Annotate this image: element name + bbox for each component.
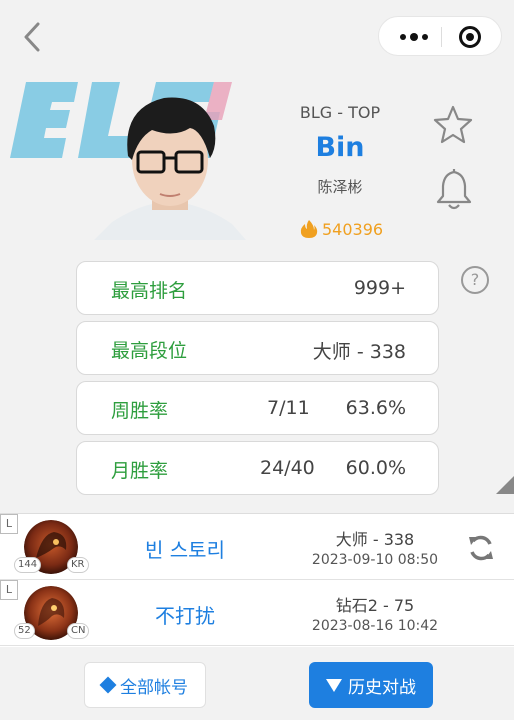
team-position: BLG - TOP [299,103,381,122]
stat-card-highest-rank: 最高排名 999+ [76,261,439,315]
more-dots-icon[interactable] [389,17,439,57]
stat-value: 999+ [353,277,406,299]
heat-score: 540396 [300,218,383,240]
diamond-icon [99,676,117,694]
match-history-button[interactable]: 历史对战 [309,662,433,708]
account-level: 52 [14,623,35,639]
all-accounts-button[interactable]: 全部帐号 [84,662,206,708]
help-icon[interactable]: ? [461,266,489,294]
heat-value: 540396 [322,219,384,239]
account-list: L 144 KR 빈 스토리 大师 - 338 2023-09-10 08:50… [0,513,514,647]
match-history-label: 历史对战 [348,677,416,698]
account-row[interactable]: L 144 KR 빈 스토리 大师 - 338 2023-09-10 08:50 [0,514,514,580]
stat-record: 24/40 [260,457,315,479]
stat-value: 大师 - 338 [312,341,406,363]
stat-card-monthly-winrate: 月胜率 24/40 60.0% [76,441,439,495]
account-tag: L [0,580,18,600]
refresh-icon[interactable] [466,533,496,563]
top-bar [0,0,514,72]
account-level: 144 [14,557,42,573]
all-accounts-label: 全部帐号 [120,677,188,698]
account-row[interactable]: L 52 CN 不打扰 钻石2 - 75 2023-08-16 10:42 [0,580,514,646]
player-real-name: 陈泽彬 [317,178,363,196]
stat-label: 最高段位 [111,340,188,362]
bell-icon[interactable] [434,168,474,212]
stat-value: 60.0% [345,457,406,479]
stat-card-weekly-winrate: 周胜率 7/11 63.6% [76,381,439,435]
account-rank: 大师 - 338 [335,530,415,549]
chevron-left-icon[interactable] [18,20,46,54]
account-name: 不打扰 [155,604,215,628]
account-region: CN [67,623,90,639]
account-tag: L [0,514,18,534]
mini-program-capsule [378,16,502,56]
stat-record: 7/11 [267,397,310,419]
corner-triangle [496,476,514,494]
stat-label: 最高排名 [111,280,188,302]
account-time: 2023-08-16 10:42 [311,618,439,634]
stat-value: 63.6% [345,397,406,419]
star-icon[interactable] [432,104,474,144]
triangle-down-icon [326,678,342,692]
fire-icon [300,220,318,238]
player-name: Bin [315,132,365,163]
stat-label: 月胜率 [111,460,169,482]
account-rank: 钻石2 - 75 [335,596,415,615]
account-time: 2023-09-10 08:50 [311,552,439,568]
account-region: KR [67,557,89,573]
target-close-icon[interactable] [459,26,481,48]
player-photo [94,97,246,240]
stat-card-highest-tier: 最高段位 大师 - 338 [76,321,439,375]
stat-label: 周胜率 [111,400,169,422]
account-name: 빈 스토리 [145,538,225,562]
capsule-divider [441,27,442,47]
